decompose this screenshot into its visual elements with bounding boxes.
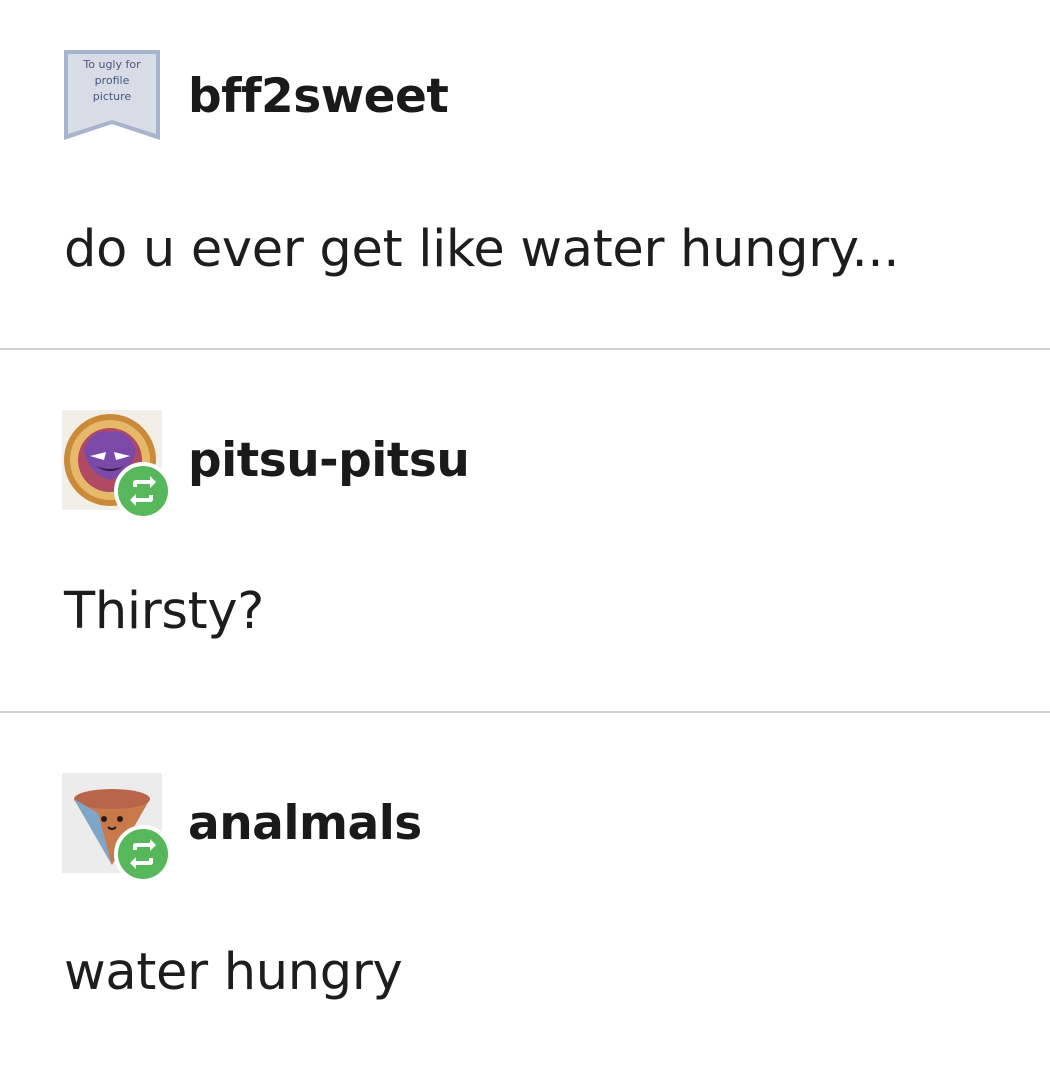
post-header: analmals xyxy=(62,773,422,883)
svg-text:profile: profile xyxy=(95,74,130,87)
avatar[interactable] xyxy=(62,410,172,520)
reblog-badge xyxy=(114,462,172,520)
svg-text:picture: picture xyxy=(93,90,132,103)
post-header: pitsu-pitsu xyxy=(62,410,470,520)
avatar[interactable]: To ugly for profile picture xyxy=(62,46,162,146)
post-pitsu-pitsu: pitsu-pitsu Thirsty? xyxy=(0,350,1050,712)
svg-text:To ugly for: To ugly for xyxy=(82,58,141,71)
reblog-badge xyxy=(114,825,172,883)
username[interactable]: bff2sweet xyxy=(188,73,449,120)
reblog-icon xyxy=(130,839,156,869)
avatar[interactable] xyxy=(62,773,172,883)
post-text: water hungry xyxy=(64,943,403,1002)
post-analmals: analmals water hungry xyxy=(0,713,1050,1080)
post-bff2sweet: To ugly for profile picture bff2sweet do… xyxy=(0,0,1050,350)
ribbon-placeholder-avatar-icon: To ugly for profile picture xyxy=(64,50,160,140)
reblog-icon xyxy=(130,476,156,506)
username[interactable]: pitsu-pitsu xyxy=(188,437,470,484)
post-text: do u ever get like water hungry... xyxy=(64,220,900,279)
username[interactable]: analmals xyxy=(188,800,422,847)
post-header: To ugly for profile picture bff2sweet xyxy=(62,46,449,146)
post-text: Thirsty? xyxy=(64,582,265,641)
